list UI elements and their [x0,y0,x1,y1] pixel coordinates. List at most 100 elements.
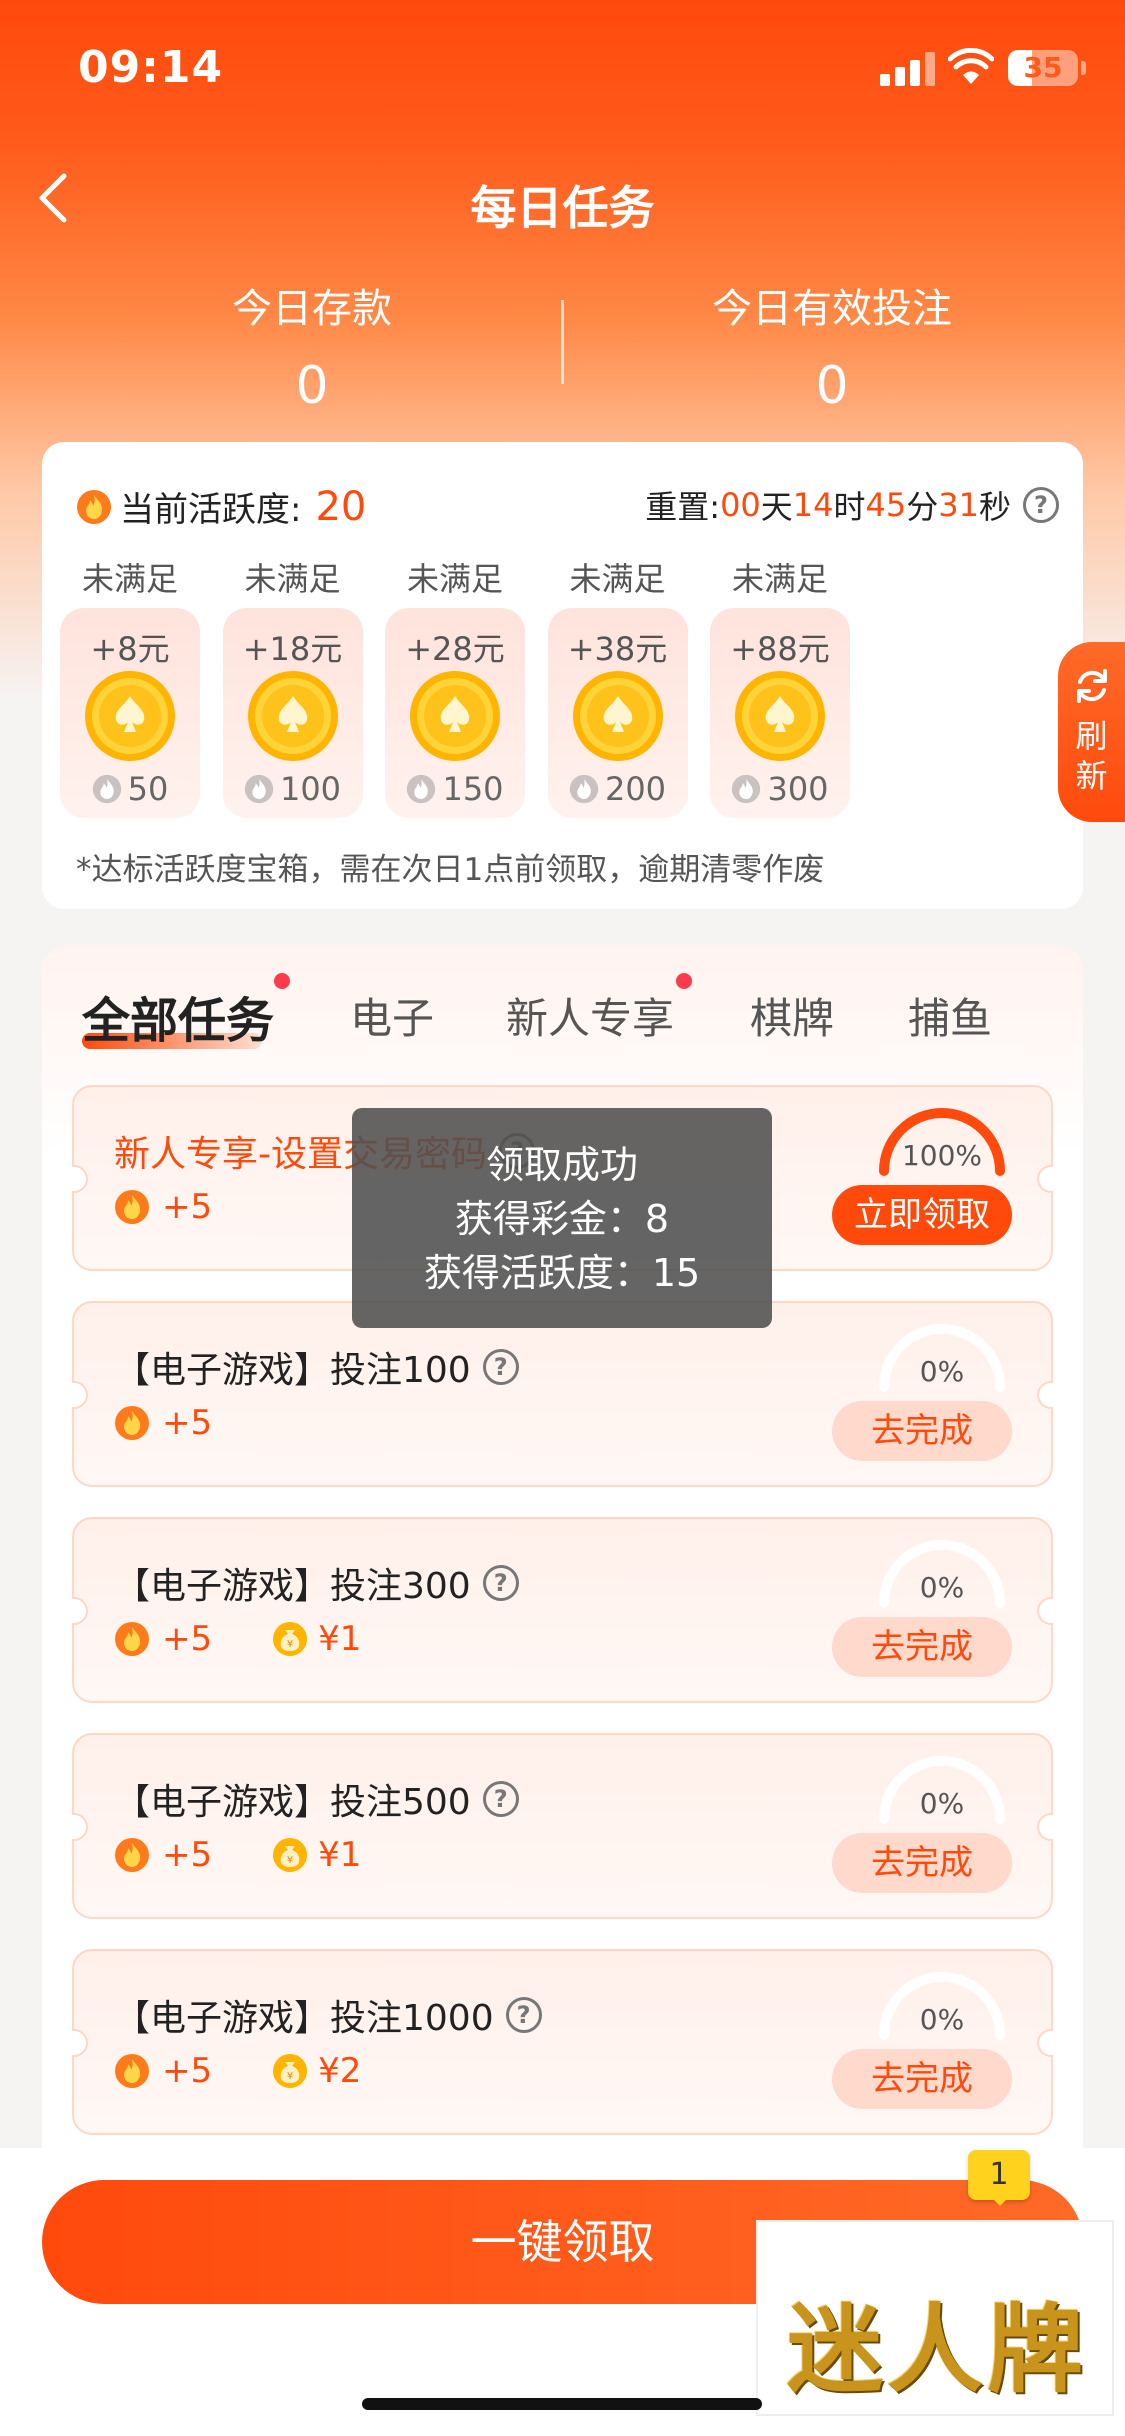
fire-icon [77,489,111,524]
fire-icon [407,774,436,804]
tab-notification-dot [274,973,290,989]
go-complete-button[interactable]: 去完成 [832,1833,1012,1893]
money-bag-icon: ¥ [273,2054,308,2088]
task-title: 【电子游戏】投注500 ? [114,1773,519,1825]
go-complete-button[interactable]: 去完成 [832,2049,1012,2109]
chest-status: 未满足 [406,560,503,598]
chest-reward: +38元 [567,630,668,668]
reset-minutes-unit: 分 [906,488,939,526]
activity-note: *达标活跃度宝箱，需在次日1点前领取，逾期清零作废 [76,852,825,888]
task-rewards: +5 ¥ ¥1 [114,1619,421,1659]
coin-icon [410,671,500,761]
chest-box[interactable]: +8元 50 [60,608,200,818]
chest-box[interactable]: +28元 150 [385,608,525,818]
coin-icon [735,671,825,761]
fire-icon [115,2054,149,2088]
stat-label: 今日有效投注 [712,286,952,332]
tab-chess[interactable]: 棋牌 [750,985,834,1046]
task-rewards: +5 [114,1187,272,1227]
activity-reward: +5 [114,1619,212,1659]
status-bar: 09:14 35 [0,0,1125,140]
help-icon[interactable]: ? [482,1349,519,1385]
task-card: 【电子游戏】投注100 ? +5 0% 去完成 [72,1301,1053,1487]
go-complete-button[interactable]: 去完成 [832,1401,1012,1461]
activity-score: 当前活跃度: 20 [76,482,366,531]
task-tabs: 全部任务 电子 新人专享 棋牌 捕鱼 [42,945,1083,1065]
chest-box[interactable]: +38元 200 [547,608,688,818]
battery-tip [1081,61,1086,75]
tab-notification-dot [676,973,692,989]
progress-text: 0% [919,1355,965,1388]
chest-requirement: 300 [710,770,850,808]
chest-status: 未满足 [569,560,666,598]
fire-icon [244,774,274,804]
bonus-reward: ¥ ¥1 [272,1835,361,1875]
task-title: 【电子游戏】投注100 ? [114,1341,519,1393]
reset-label: 重置: [645,488,721,526]
chest-box[interactable]: +88元 300 [710,608,850,818]
activity-chest[interactable]: 未满足 +38元 200 [547,554,688,818]
battery-level: 35 [1023,51,1063,84]
money-bag-icon: ¥ [273,1838,308,1872]
task-rewards: +5 ¥ ¥1 [114,1835,421,1875]
fire-icon [569,774,599,804]
chest-requirement: 200 [548,770,688,808]
fire-icon [115,1406,149,1440]
progress-text: 0% [919,2003,965,2036]
refresh-label: 刷 新 [1075,717,1108,795]
help-icon[interactable]: ? [482,1781,519,1817]
activity-chest[interactable]: 未满足 +28元 150 [385,554,525,818]
activity-label: 当前活跃度: [120,490,302,530]
fire-icon [115,1838,149,1872]
help-icon[interactable]: ? [482,1565,519,1601]
success-toast: 领取成功 获得彩金：8 获得活跃度：15 [352,1108,772,1328]
reset-minutes: 45 [865,486,907,524]
notification-badge: 1 [968,2150,1030,2206]
claim-button[interactable]: 立即领取 [832,1185,1012,1245]
task-title: 【电子游戏】投注300 ? [114,1557,519,1609]
fire-icon [115,1190,149,1224]
tab-electronic[interactable]: 电子 [350,985,434,1046]
progress-text: 0% [919,1571,965,1604]
svg-text:¥: ¥ [287,1639,293,1650]
reset-seconds: 31 [938,486,979,524]
chest-status: 未满足 [731,560,828,598]
task-rewards: +5 ¥ ¥2 [114,2051,421,2091]
stat-value: 0 [295,356,329,416]
activity-chest[interactable]: 未满足 +8元 50 [60,554,200,818]
tab-newcomer[interactable]: 新人专享 [506,985,674,1046]
coin-icon [572,671,663,761]
stat-deposit: 今日存款 0 [112,276,512,416]
coin-icon [85,671,175,761]
tab-fishing[interactable]: 捕鱼 [908,985,992,1046]
chest-reward: +18元 [242,630,343,668]
reset-hours-unit: 时 [833,488,866,526]
reset-days: 00 [720,486,761,524]
toast-title: 领取成功 [485,1143,638,1187]
page-title: 每日任务 [470,181,655,235]
task-card: 【电子游戏】投注1000 ? +5 ¥ ¥2 0% 去完成 [72,1949,1053,2135]
activity-reward: +5 [114,1403,212,1443]
task-title: 【电子游戏】投注1000 ? [114,1989,542,2041]
wifi-icon [948,48,994,84]
chest-box[interactable]: +18元 100 [222,608,363,818]
activity-chest[interactable]: 未满足 +88元 300 [710,554,850,818]
stat-label: 今日存款 [232,286,392,332]
help-icon[interactable]: ? [1023,487,1059,523]
task-rewards: +5 [114,1403,272,1443]
bonus-reward: ¥ ¥1 [272,1619,361,1659]
fire-icon [732,774,761,804]
refresh-button[interactable]: 刷 新 [1058,642,1125,822]
chest-status: 未满足 [81,560,178,598]
toast-activity: 获得活跃度：15 [423,1251,701,1295]
stat-divider [561,300,564,384]
progress-text: 0% [919,1787,965,1820]
svg-text:¥: ¥ [287,2071,293,2082]
help-icon[interactable]: ? [505,1997,542,2033]
activity-value: 20 [315,483,367,530]
go-complete-button[interactable]: 去完成 [832,1617,1012,1677]
tab-all-tasks[interactable]: 全部任务 [82,981,274,1051]
fire-icon [115,1622,149,1656]
reset-countdown: 重置: 00 天 14 时 45 分 31 秒 ? [645,482,1059,528]
activity-chest[interactable]: 未满足 +18元 100 [222,554,363,818]
